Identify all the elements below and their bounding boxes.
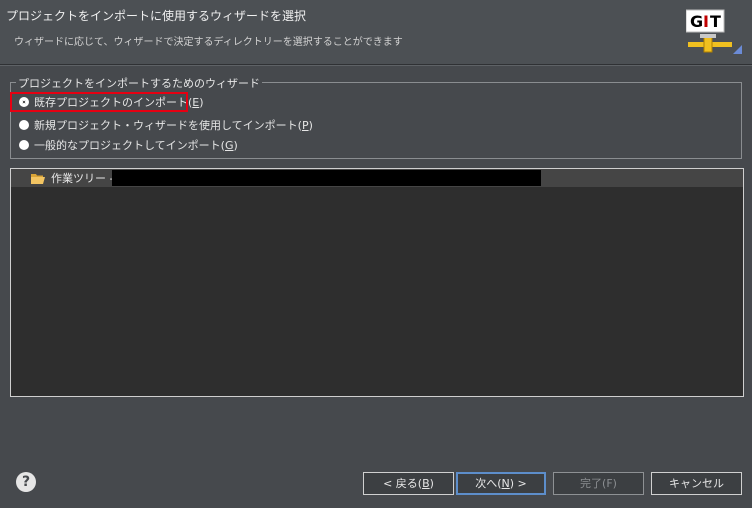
tree-item-working-tree[interactable]: 作業ツリー -: [11, 169, 743, 187]
radio-new-project-wizard[interactable]: 新規プロジェクト・ウィザードを使用してインポート(P): [19, 116, 313, 134]
next-button[interactable]: 次へ(N) >: [456, 472, 546, 495]
cancel-button[interactable]: キャンセル: [651, 472, 742, 495]
svg-text:G: G: [690, 12, 703, 31]
radio-label: 新規プロジェクト・ウィザードを使用してインポート(P): [34, 119, 313, 132]
radio-unselected-icon: [19, 140, 29, 150]
radio-general-project[interactable]: 一般的なプロジェクトしてインポート(G): [19, 136, 238, 154]
working-tree-panel[interactable]: 作業ツリー -: [10, 168, 744, 397]
back-button[interactable]: < 戻る(B): [363, 472, 454, 495]
radio-selected-icon: [19, 97, 29, 107]
header-separator: [0, 65, 752, 66]
page-title: プロジェクトをインポートに使用するウィザードを選択: [6, 9, 307, 23]
svg-text:T: T: [710, 12, 721, 31]
radio-label: 既存プロジェクトのインポート(E): [34, 96, 204, 109]
folder-open-icon: [31, 173, 45, 184]
wizard-options-group: プロジェクトをインポートするためのウィザード 既存プロジェクトのインポート(E)…: [10, 75, 742, 159]
page-description: ウィザードに応じて、ウィザードで決定するディレクトリーを選択することができます: [14, 37, 403, 48]
radio-unselected-icon: [19, 120, 29, 130]
tree-item-label: 作業ツリー -: [51, 172, 114, 185]
help-icon[interactable]: ?: [16, 472, 36, 492]
group-legend: プロジェクトをインポートするためのウィザード: [16, 75, 262, 91]
git-logo-icon: G I T: [686, 9, 742, 54]
radio-label: 一般的なプロジェクトしてインポート(G): [34, 139, 238, 152]
finish-button[interactable]: 完了(F): [553, 472, 644, 495]
wizard-header: プロジェクトをインポートに使用するウィザードを選択 ウィザードに応じて、ウィザー…: [0, 0, 752, 65]
radio-import-existing-project[interactable]: 既存プロジェクトのインポート(E): [19, 93, 204, 111]
redacted-path: [112, 170, 541, 186]
svg-text:I: I: [703, 12, 709, 31]
